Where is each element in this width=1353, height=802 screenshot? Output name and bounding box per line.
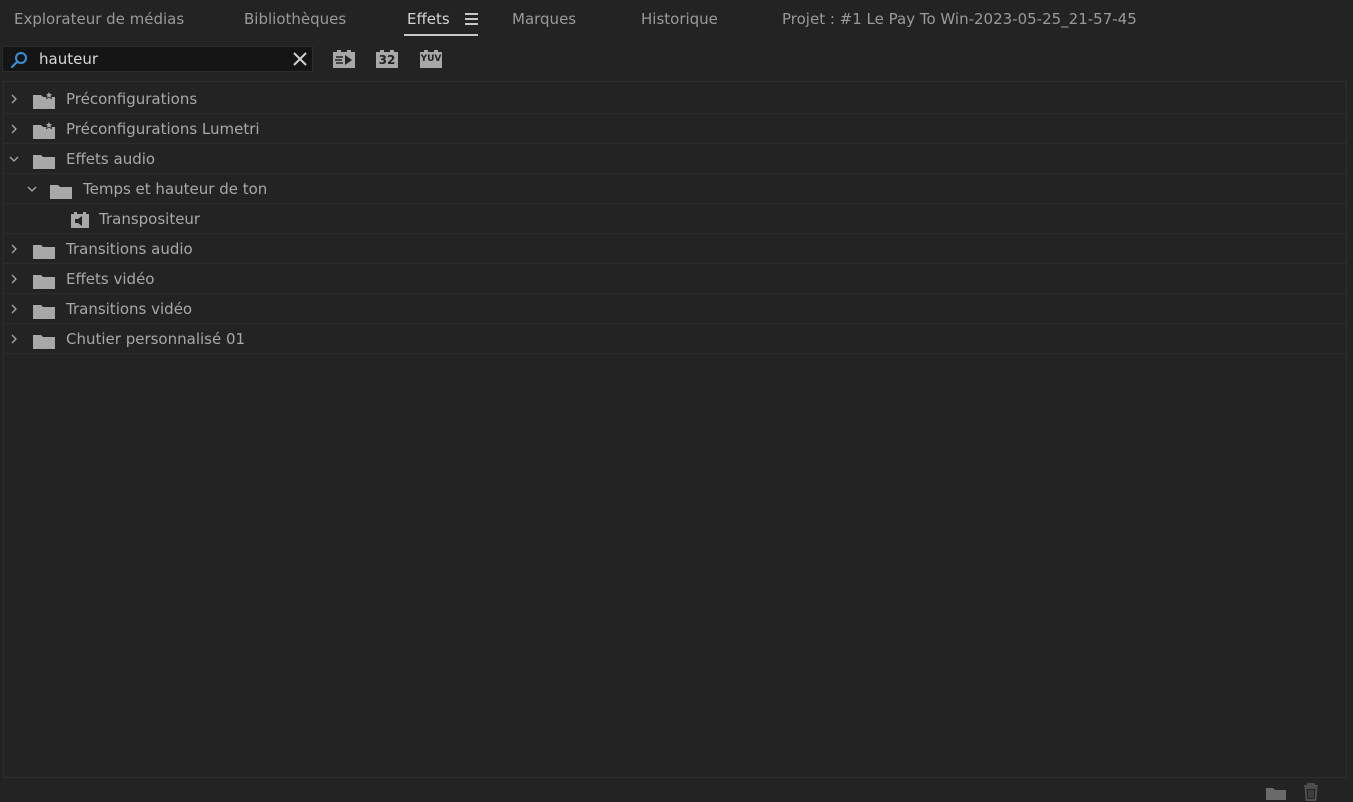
- tab-project[interactable]: Projet : #1 Le Pay To Win-2023-05-25_21-…: [782, 10, 1137, 28]
- folder-icon: [50, 185, 72, 199]
- tree-item-label: Effets audio: [66, 150, 156, 168]
- effects-tree: Préconfigurations Préconfigurations Lume…: [3, 81, 1347, 778]
- trash-icon[interactable]: [1302, 783, 1320, 801]
- tree-item-label: Transitions vidéo: [66, 300, 193, 318]
- chevron-right-icon[interactable]: [8, 93, 20, 105]
- tree-item-label: Chutier personnalisé 01: [66, 330, 246, 348]
- panel-menu-icon[interactable]: [465, 13, 478, 26]
- folder-icon: [33, 245, 55, 259]
- 32bit-effects-button[interactable]: 32: [375, 49, 399, 69]
- tab-libraries[interactable]: Bibliothèques: [244, 10, 346, 28]
- chevron-down-icon[interactable]: [8, 153, 20, 165]
- folder-icon: [33, 155, 55, 169]
- yuv-label: YUV: [420, 54, 442, 64]
- search-field[interactable]: [2, 46, 313, 72]
- tree-item-lumetri-presets[interactable]: Préconfigurations Lumetri: [4, 114, 1346, 144]
- tree-item-audio-effects[interactable]: Effets audio: [4, 144, 1346, 174]
- tree-item-label: Temps et hauteur de ton: [83, 180, 268, 198]
- accelerated-effects-icon[interactable]: [332, 49, 356, 69]
- yuv-effects-button[interactable]: YUV: [419, 49, 443, 69]
- chevron-right-icon[interactable]: [8, 123, 20, 135]
- chevron-down-icon[interactable]: [26, 183, 38, 195]
- tab-markers[interactable]: Marques: [512, 10, 576, 28]
- tree-item-presets[interactable]: Préconfigurations: [4, 84, 1346, 114]
- chevron-right-icon[interactable]: [8, 333, 20, 345]
- 32bit-label: 32: [378, 53, 396, 67]
- active-tab-indicator: [404, 34, 478, 36]
- chevron-right-icon[interactable]: [8, 243, 20, 255]
- effects-panel: Explorateur de médias Bibliothèques Effe…: [0, 0, 1353, 802]
- tree-item-label: Préconfigurations: [66, 90, 198, 108]
- tab-effects[interactable]: Effets: [407, 10, 450, 28]
- preset-folder-icon: [33, 121, 55, 139]
- tree-item-time-and-pitch[interactable]: Temps et hauteur de ton: [4, 174, 1346, 204]
- tree-item-video-effects[interactable]: Effets vidéo: [4, 264, 1346, 294]
- tree-item-label: Transitions audio: [66, 240, 193, 258]
- folder-icon: [33, 275, 55, 289]
- preset-folder-icon: [33, 91, 55, 109]
- search-input[interactable]: [39, 49, 279, 69]
- folder-icon: [33, 305, 55, 319]
- audio-effect-icon: [71, 212, 89, 228]
- tree-item-label: Préconfigurations Lumetri: [66, 120, 260, 138]
- tree-item-label: Effets vidéo: [66, 270, 155, 288]
- new-bin-icon[interactable]: [1265, 783, 1287, 801]
- tree-item-custom-bin[interactable]: Chutier personnalisé 01: [4, 324, 1346, 354]
- panel-footer: [0, 778, 1353, 802]
- folder-icon: [33, 335, 55, 349]
- tree-item-audio-transitions[interactable]: Transitions audio: [4, 234, 1346, 264]
- tab-history[interactable]: Historique: [641, 10, 718, 28]
- tree-item-label: Transpositeur: [99, 210, 201, 228]
- tab-media-browser[interactable]: Explorateur de médias: [14, 10, 184, 28]
- chevron-right-icon[interactable]: [8, 303, 20, 315]
- tab-bar: Explorateur de médias Bibliothèques Effe…: [0, 0, 1353, 40]
- search-icon: [10, 52, 27, 69]
- chevron-right-icon[interactable]: [8, 273, 20, 285]
- tree-item-pitch-shifter[interactable]: Transpositeur: [4, 204, 1346, 234]
- tree-item-video-transitions[interactable]: Transitions vidéo: [4, 294, 1346, 324]
- clear-search-icon[interactable]: [292, 51, 308, 67]
